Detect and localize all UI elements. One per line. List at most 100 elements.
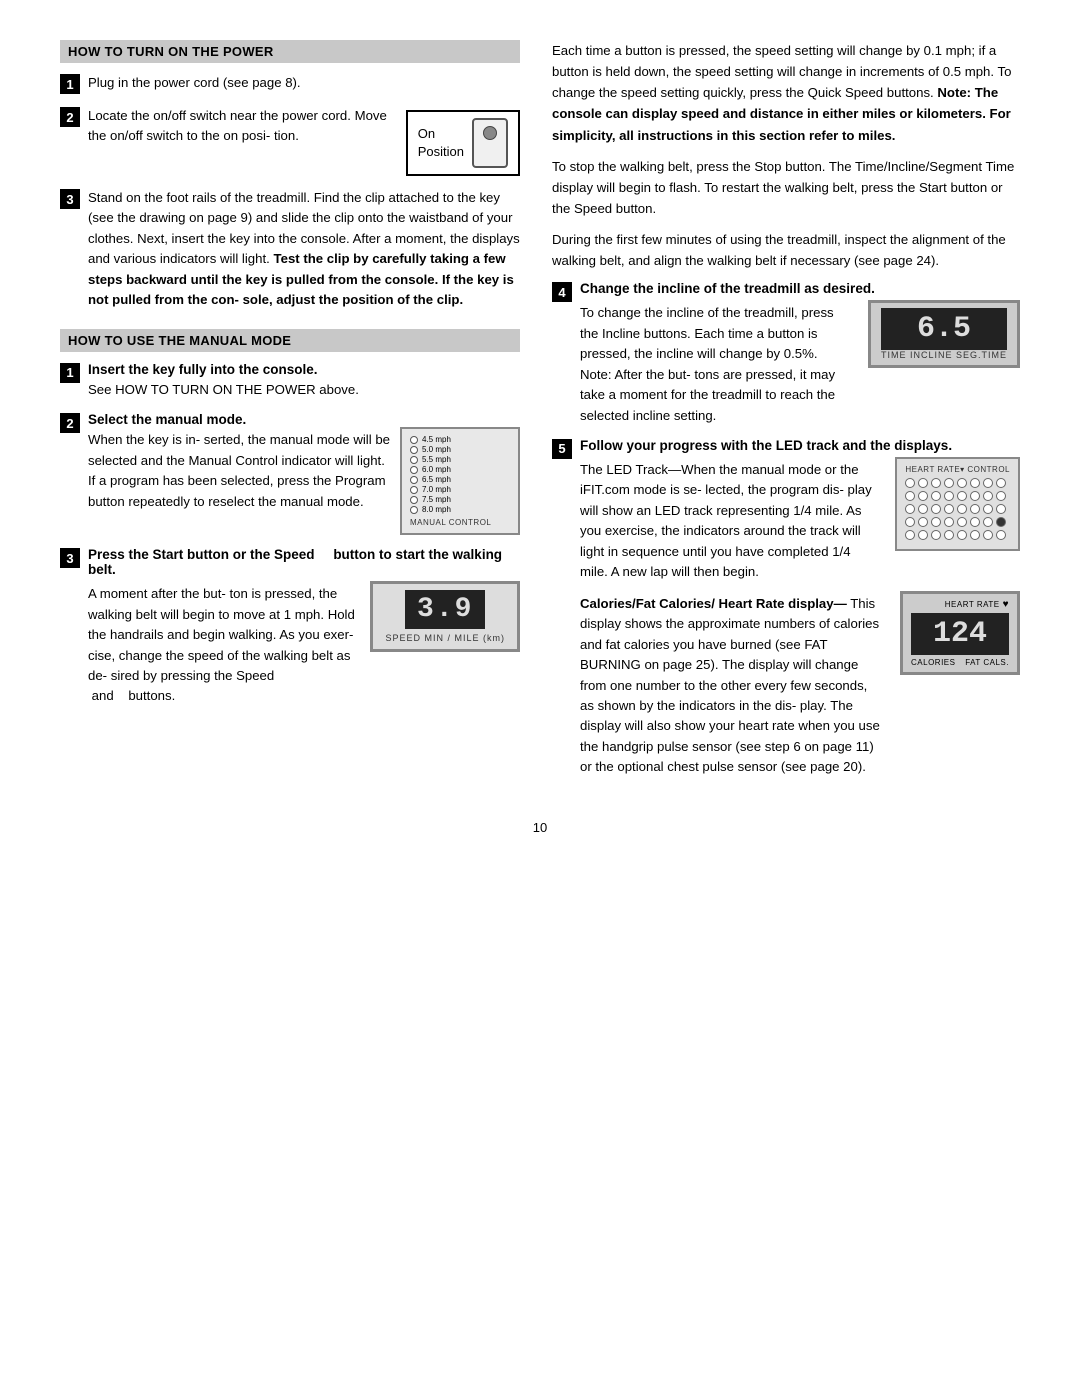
manual-step-2: 2 Select the manual mode. When the key i… (60, 412, 520, 535)
speed-60: 6.0 mph (422, 465, 451, 474)
incline-display-label: TIME INCLINE SEG.TIME (881, 350, 1007, 360)
speed-dot (410, 496, 418, 504)
led-row-3 (905, 504, 1010, 514)
heart-rate-bottom-labels: CALORIES FAT CALS. (911, 658, 1009, 667)
led-dot (983, 517, 993, 527)
step3-text-buttons: buttons. (128, 688, 175, 703)
manual-step-2-content: Select the manual mode. When the key is … (88, 412, 520, 535)
speed-65: 6.5 mph (422, 475, 451, 484)
led-dot (918, 478, 928, 488)
manual-control-label: MANUAL CONTROL (410, 518, 491, 527)
led-dot (970, 517, 980, 527)
incline-display-box: 6.5 TIME INCLINE SEG.TIME (868, 300, 1020, 368)
step3-text-and: and (92, 688, 114, 703)
manual-step-2-layout: When the key is in- serted, the manual m… (88, 427, 520, 535)
power-switch-shape (472, 118, 508, 168)
step-1-text: Plug in the power cord (see page 8). (88, 75, 301, 90)
calories-body: Calories/Fat Calories/ Heart Rate displa… (580, 594, 880, 778)
led-dot (996, 530, 1006, 540)
right-intro-para3: During the first few minutes of using th… (552, 229, 1020, 271)
manual-step-3-body: A moment after the but- ton is pressed, … (88, 584, 360, 707)
right-step-4-layout: To change the incline of the treadmill, … (580, 300, 1020, 426)
led-dot (957, 504, 967, 514)
power-step-2: 2 Locate the on/off switch near the powe… (60, 106, 520, 176)
led-dot (931, 530, 941, 540)
led-header: HEART RATE▾ CONTROL (905, 465, 1010, 474)
led-dot (931, 491, 941, 501)
right-step-4: 4 Change the incline of the treadmill as… (552, 281, 1020, 426)
speed-item: 5.5 mph (410, 455, 451, 464)
led-row-4 (905, 517, 1010, 527)
section-header-power: HOW TO TURN ON THE POWER (60, 40, 520, 63)
led-track-box: HEART RATE▾ CONTROL (895, 457, 1020, 551)
fat-cals-label: FAT CALS. (965, 658, 1009, 667)
section-header-manual: HOW TO USE THE MANUAL MODE (60, 329, 520, 352)
led-dot (944, 530, 954, 540)
step-2-body: Locate the on/off switch near the power … (88, 108, 387, 143)
step3-title-text: Press the Start button or the Speed (88, 547, 315, 562)
section-manual-mode: HOW TO USE THE MANUAL MODE 1 Insert the … (60, 329, 520, 707)
page-number: 10 (60, 820, 1020, 835)
speed-55: 5.5 mph (422, 455, 451, 464)
heart-rate-number: 124 (911, 613, 1009, 655)
manual-step-number-3: 3 (60, 548, 80, 568)
speed-dot (410, 506, 418, 514)
led-dot (944, 491, 954, 501)
manual-step-number-2: 2 (60, 413, 80, 433)
manual-step-3-text: A moment after the but- ton is pressed, … (88, 581, 360, 707)
speed-50: 5.0 mph (422, 445, 451, 454)
section-turn-on-power: HOW TO TURN ON THE POWER 1 Plug in the p… (60, 40, 520, 311)
led-dot (983, 491, 993, 501)
led-dot (957, 478, 967, 488)
led-dot (957, 517, 967, 527)
led-row-5 (905, 530, 1010, 540)
led-row-2 (905, 491, 1010, 501)
power-step-1: 1 Plug in the power cord (see page 8). (60, 73, 520, 94)
speed-dot (410, 456, 418, 464)
calories-section: Calories/Fat Calories/ Heart Rate displa… (580, 591, 1020, 778)
led-track-image: HEART RATE▾ CONTROL (895, 457, 1020, 551)
manual-control-box: 4.5 mph 5.0 mph 5.5 mph (400, 427, 520, 535)
led-dot (905, 530, 915, 540)
right-step-number-5: 5 (552, 439, 572, 459)
power-step-3: 3 Stand on the foot rails of the treadmi… (60, 188, 520, 311)
manual-step-number-1: 1 (60, 363, 80, 383)
speed-dot (410, 476, 418, 484)
calories-title: Calories/Fat Calories/ Heart Rate displa… (580, 596, 847, 611)
step-2-text: Locate the on/off switch near the power … (88, 106, 396, 147)
manual-step-1-body: See HOW TO TURN ON THE POWER above. (88, 380, 520, 400)
manual-step-1: 1 Insert the key fully into the console.… (60, 362, 520, 400)
speed-display-number: 3.9 (405, 590, 485, 629)
manual-step-2-text: When the key is in- serted, the manual m… (88, 427, 390, 512)
step-2-with-image: Locate the on/off switch near the power … (88, 106, 520, 176)
heart-rate-label-text: HEART RATE (945, 600, 1000, 609)
manual-control-image: 4.5 mph 5.0 mph 5.5 mph (400, 427, 520, 535)
speed-dot (410, 436, 418, 444)
led-dot (918, 517, 928, 527)
led-dot (944, 478, 954, 488)
step-3-content: Stand on the foot rails of the treadmill… (88, 188, 520, 311)
led-dot (905, 491, 915, 501)
right-step-4-body: To change the incline of the treadmill, … (580, 303, 848, 426)
right-step-4-title: Change the incline of the treadmill as d… (580, 281, 1020, 296)
led-dot (970, 504, 980, 514)
on-position-box: On Position (406, 110, 520, 176)
led-dot (931, 478, 941, 488)
led-track-body: The LED Track—When the manual mode or th… (580, 460, 875, 583)
manual-step-3-content: Press the Start button or the Speed butt… (88, 547, 520, 707)
manual-step-3-title: Press the Start button or the Speed butt… (88, 547, 520, 577)
incline-display-image: 6.5 TIME INCLINE SEG.TIME (868, 300, 1020, 368)
step-2-content: Locate the on/off switch near the power … (88, 106, 520, 176)
led-dot (931, 504, 941, 514)
speed-70: 7.0 mph (422, 485, 451, 494)
calories-text-body: This display shows the approximate numbe… (580, 596, 880, 775)
speed-80: 8.0 mph (422, 505, 451, 514)
calories-label: CALORIES (911, 658, 955, 667)
led-dot (918, 504, 928, 514)
calories-text: Calories/Fat Calories/ Heart Rate displa… (580, 591, 880, 778)
led-dot (996, 504, 1006, 514)
right-step-5-title: Follow your progress with the LED track … (580, 438, 1020, 453)
right-step-5: 5 Follow your progress with the LED trac… (552, 438, 1020, 778)
speed-item: 8.0 mph (410, 505, 451, 514)
manual-step-1-content: Insert the key fully into the console. S… (88, 362, 520, 400)
